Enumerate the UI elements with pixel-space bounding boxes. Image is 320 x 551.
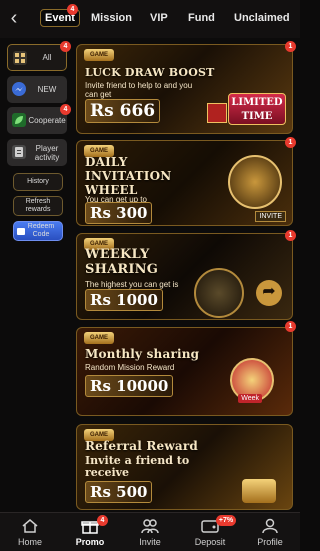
banner-title: LUCK DRAW BOOST [85,66,215,79]
sidebar-item-player-activity[interactable]: Player activity [7,139,67,166]
back-arrow-icon[interactable]: ‹ [6,8,22,28]
invite-tag: INVITE [255,211,286,222]
gift-box-icon [207,103,227,123]
nav-invite[interactable]: Invite [120,513,180,551]
banner-title: DAILY INVITATION WHEEL [85,155,172,197]
limited-time-tag: LIMITED TIME [228,93,286,125]
nav-home[interactable]: Home [0,513,60,551]
banner-amount: Rs 666 [85,99,161,123]
deposit-bonus-badge: +7% [216,515,236,526]
banner-subtitle: Invite friend to help to and you can get [85,81,193,99]
prize-wheel-icon [228,155,282,209]
week-tag: Week [238,394,262,403]
banner-subtitle: Random Mission Reward [85,363,175,372]
sidebar-item-all[interactable]: All [7,44,67,71]
sidebar-item-cooperate[interactable]: Cooperate [7,107,67,134]
history-button[interactable]: History [13,173,63,191]
banner-badge: 1 [285,230,296,241]
leaf-icon [12,113,26,127]
banner-title: Referral Reward [85,439,198,453]
banner-amount: Rs 10000 [85,375,174,397]
promo-badge: 4 [97,515,108,526]
banner-referral-reward[interactable]: GAME Referral Reward Invite a friend to … [76,424,293,510]
sidebar-item-label: Player activity [34,143,60,162]
home-icon [21,518,39,534]
banner-subtitle: The highest you can get is [85,280,179,289]
bottom-navigation: Home Promo 4 Invite Deposit +7% Profile [0,512,300,551]
roulette-icon [194,268,244,318]
ticket-icon [17,228,25,235]
share-arrow-icon: ➦ [256,280,282,306]
tab-mission[interactable]: Mission [91,12,132,24]
redeem-code-button[interactable]: Redeem Code [13,221,63,241]
game-logo: GAME [84,49,114,61]
banner-subtitle: Invite a friend to receive [85,454,190,479]
banner-weekly-sharing[interactable]: GAME WEEKLY SHARING The highest you can … [76,233,293,320]
banner-amount: Rs 1000 [85,289,163,311]
tab-vip[interactable]: VIP [150,12,168,24]
redeem-code-label: Redeem Code [27,223,55,238]
banner-title: WEEKLY SHARING [85,247,159,277]
profile-icon [261,518,279,534]
sidebar-all-badge: 4 [60,41,71,52]
banner-badge: 1 [285,137,296,148]
clipboard-icon [12,145,26,159]
top-tab-bar: ‹ Event 4 Mission VIP Fund Unclaimed [0,0,300,38]
banner-monthly-sharing[interactable]: GAME Monthly sharing Random Mission Rewa… [76,327,293,416]
tab-unclaimed[interactable]: Unclaimed [234,12,290,24]
sidebar-item-label: All [42,53,52,62]
tab-fund[interactable]: Fund [188,12,215,24]
sidebar-item-label: NEW [37,85,57,94]
banner-badge: 1 [285,321,296,332]
nav-label: Profile [257,537,283,547]
treasure-chest-icon [242,479,276,503]
nav-profile[interactable]: Profile [240,513,300,551]
nav-label: Invite [139,537,161,547]
banner-amount: Rs 500 [85,481,153,503]
banner-title: Monthly sharing [85,347,200,361]
nav-label: Promo [75,537,105,547]
nav-label: Home [17,537,42,547]
banner-luck-draw-boost[interactable]: GAME LUCK DRAW BOOST Invite friend to he… [76,44,293,134]
nav-promo[interactable]: Promo [60,513,120,551]
sidebar-item-new[interactable]: NEW [7,76,67,103]
banner-amount: Rs 300 [85,202,153,224]
banner-daily-invitation-wheel[interactable]: GAME DAILY INVITATION WHEEL You can get … [76,140,293,226]
sidebar-cooperate-badge: 4 [60,104,71,115]
tab-event-badge: 4 [67,4,78,15]
nav-label: Deposit [194,537,226,547]
game-logo: GAME [84,332,114,344]
users-icon [141,518,159,534]
refresh-rewards-button[interactable]: Refresh rewards [13,196,63,216]
messenger-icon [12,82,26,96]
banner-badge: 1 [285,41,296,52]
grid-icon [13,51,27,65]
